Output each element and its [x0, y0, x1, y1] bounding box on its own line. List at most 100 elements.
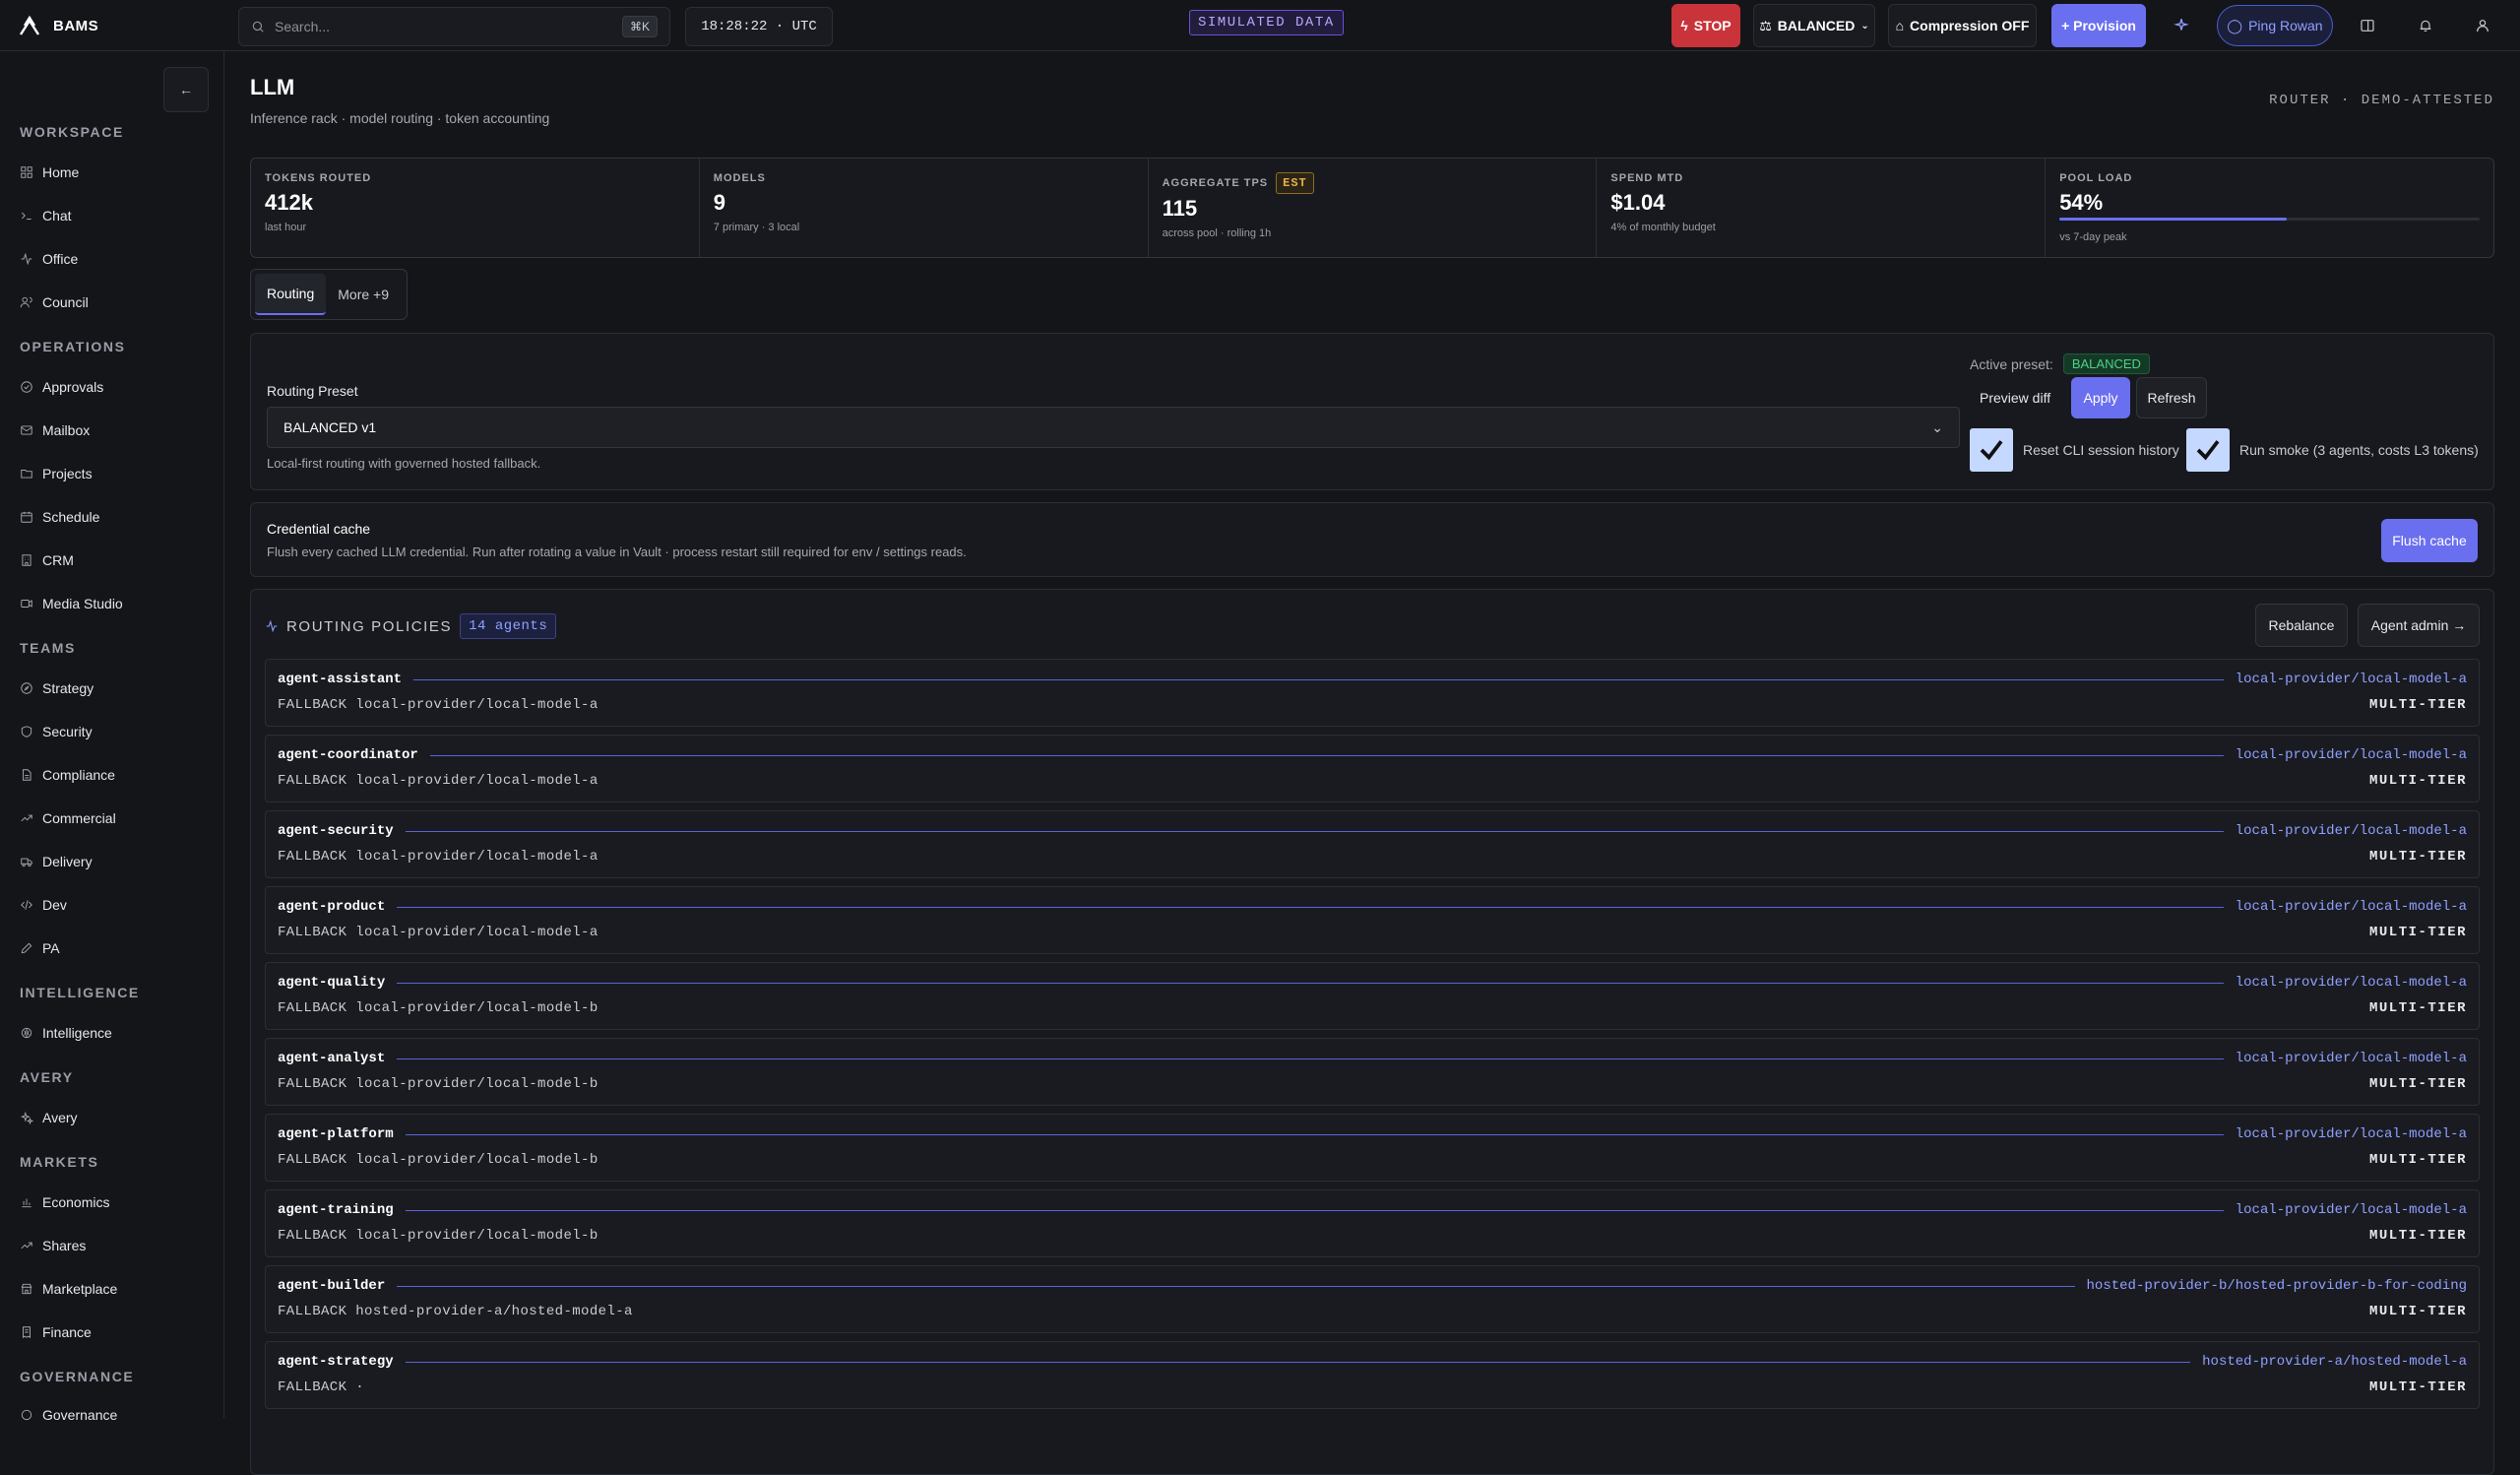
folder-icon [21, 470, 32, 479]
fallback-model: FALLBACK local-provider/local-model-b [278, 1152, 598, 1168]
sidebar-item-mailbox[interactable]: Mailbox [20, 419, 90, 441]
run-smoke-checkbox[interactable]: Run smoke (3 agents, costs L3 tokens) [2186, 428, 2479, 472]
policy-row[interactable]: agent-security local-provider/local-model… [265, 810, 2480, 878]
primary-model[interactable]: local-provider/local-model-a [2236, 899, 2467, 915]
policy-row[interactable]: agent-assistant local-provider/local-mode… [265, 659, 2480, 727]
sidebar-item-dev[interactable]: Dev [20, 894, 67, 916]
tab-more[interactable]: More +9 [326, 274, 401, 315]
ping-button[interactable]: ◯ Ping Rowan [2217, 5, 2333, 46]
routing-preset-select[interactable]: BALANCED v1 ⌄ [267, 407, 1960, 448]
sidebar-item-approvals[interactable]: Approvals [20, 376, 103, 398]
sidebar-item-label: Commercial [42, 810, 116, 826]
policy-row[interactable]: agent-training local-provider/local-model… [265, 1189, 2480, 1257]
sidebar-item-council[interactable]: Council [20, 291, 89, 313]
file-icon [23, 769, 32, 781]
provision-button[interactable]: + Provision [2051, 4, 2146, 47]
logo-icon [19, 15, 40, 35]
section-intelligence: INTELLIGENCE [20, 985, 140, 1000]
sidebar-item-security[interactable]: Security [20, 721, 93, 742]
sidebar: ← WORKSPACE Home Chat Office Council OPE… [0, 51, 224, 1423]
primary-model[interactable]: local-provider/local-model-a [2236, 672, 2467, 687]
stat-value: 9 [713, 190, 726, 215]
sidebar-item-economics[interactable]: Economics [20, 1191, 109, 1213]
sidebar-item-label: PA [42, 940, 60, 956]
sidebar-item-projects[interactable]: Projects [20, 463, 93, 484]
sidebar-item-avery[interactable]: Avery [20, 1107, 78, 1128]
clock: 18:28:22 · UTC [685, 7, 833, 46]
apply-button[interactable]: Apply [2071, 377, 2130, 418]
sidebar-item-schedule[interactable]: Schedule [20, 506, 99, 528]
checkmark-icon [2196, 440, 2220, 461]
sidebar-item-commercial[interactable]: Commercial [20, 807, 116, 829]
policy-row[interactable]: agent-strategy hosted-provider-a/hosted-m… [265, 1341, 2480, 1409]
policy-row[interactable]: agent-quality local-provider/local-model-… [265, 962, 2480, 1030]
active-preset-label: Active preset: [1970, 355, 2053, 372]
panel-toggle-icon[interactable] [2350, 8, 2385, 43]
stat-value: 412k [265, 190, 313, 215]
sidebar-item-office[interactable]: Office [20, 248, 78, 270]
policy-row[interactable]: agent-coordinator local-provider/local-mo… [265, 735, 2480, 802]
router-tag: ROUTER · DEMO-ATTESTED [2269, 93, 2494, 108]
active-preset-badge: BALANCED [2062, 353, 2150, 374]
primary-model[interactable]: hosted-provider-b/hosted-provider-b-for-… [2087, 1278, 2467, 1294]
sidebar-item-label: Strategy [42, 680, 94, 696]
compression-toggle[interactable]: ⌂ Compression OFF [1888, 4, 2037, 47]
truck-icon [21, 858, 32, 867]
pool-load-fill [2059, 218, 2287, 221]
refresh-button[interactable]: Refresh [2136, 377, 2207, 418]
sidebar-item-finance[interactable]: Finance [20, 1321, 92, 1343]
checkbox-checked[interactable] [1970, 428, 2013, 472]
sidebar-item-intelligence[interactable]: Intelligence [20, 1022, 112, 1044]
sidebar-item-crm[interactable]: CRM [20, 549, 74, 571]
primary-model[interactable]: local-provider/local-model-a [2236, 823, 2467, 839]
routing-policies-panel: ROUTING POLICIES 14 agents Rebalance Age… [250, 589, 2494, 1475]
policy-row[interactable]: agent-builder hosted-provider-b/hosted-pr… [265, 1265, 2480, 1333]
preview-diff-button[interactable]: Preview diff [1970, 377, 2060, 418]
reset-cli-checkbox[interactable]: Reset CLI session history [1970, 428, 2179, 472]
stat-value: 115 [1162, 196, 1198, 221]
sidebar-item-label: Governance [42, 1407, 118, 1423]
primary-model[interactable]: local-provider/local-model-a [2236, 975, 2467, 991]
sidebar-item-strategy[interactable]: Strategy [20, 677, 94, 699]
sidebar-item-chat[interactable]: Chat [20, 205, 72, 226]
sparkles-icon[interactable] [2164, 8, 2199, 43]
store-icon [21, 1283, 32, 1295]
primary-model[interactable]: local-provider/local-model-a [2236, 1051, 2467, 1066]
brand[interactable]: BAMS [18, 14, 98, 37]
checkbox-checked[interactable] [2186, 428, 2230, 472]
users-icon [20, 296, 32, 308]
sidebar-item-shares[interactable]: Shares [20, 1235, 86, 1256]
sidebar-item-governance[interactable]: Governance [20, 1404, 117, 1426]
sidebar-item-delivery[interactable]: Delivery [20, 851, 93, 872]
policy-row[interactable]: agent-platform local-provider/local-model… [265, 1114, 2480, 1182]
primary-model[interactable]: hosted-provider-a/hosted-model-a [2202, 1354, 2467, 1370]
stop-button[interactable]: ϟ STOP [1671, 4, 1740, 47]
agent-name: agent-strategy [278, 1354, 394, 1370]
tab-routing[interactable]: Routing [255, 274, 327, 315]
search-input[interactable]: Search... ⌘K [238, 7, 670, 46]
policy-row[interactable]: agent-product local-provider/local-model-… [265, 886, 2480, 954]
preset-dropdown[interactable]: ⚖ BALANCED ⌄ [1753, 4, 1875, 47]
trending-up-icon [21, 814, 32, 822]
routing-preset-hint: Local-first routing with governed hosted… [267, 456, 541, 471]
primary-model[interactable]: local-provider/local-model-a [2236, 1202, 2467, 1218]
sidebar-item-pa[interactable]: PA [20, 937, 60, 959]
policy-row[interactable]: agent-analyst local-provider/local-model-… [265, 1038, 2480, 1106]
sidebar-item-compliance[interactable]: Compliance [20, 764, 115, 786]
sidebar-item-media-studio[interactable]: Media Studio [20, 593, 123, 614]
sidebar-item-label: Delivery [42, 854, 93, 869]
collapse-sidebar-button[interactable]: ← [163, 67, 209, 112]
user-icon[interactable] [2465, 8, 2500, 43]
sidebar-item-home[interactable]: Home [20, 161, 79, 183]
agent-admin-button[interactable]: Agent admin → [2358, 604, 2480, 647]
tier-label: MULTI-TIER [2368, 1076, 2467, 1092]
primary-model[interactable]: local-provider/local-model-a [2236, 747, 2467, 763]
primary-model[interactable]: local-provider/local-model-a [2236, 1126, 2467, 1142]
stat-note: last hour [265, 222, 307, 233]
flush-cache-button[interactable]: Flush cache [2381, 519, 2478, 562]
rebalance-button[interactable]: Rebalance [2255, 604, 2348, 647]
building-icon [22, 554, 32, 566]
compass-icon [21, 682, 32, 694]
bell-icon[interactable] [2408, 8, 2443, 43]
sidebar-item-marketplace[interactable]: Marketplace [20, 1278, 117, 1300]
